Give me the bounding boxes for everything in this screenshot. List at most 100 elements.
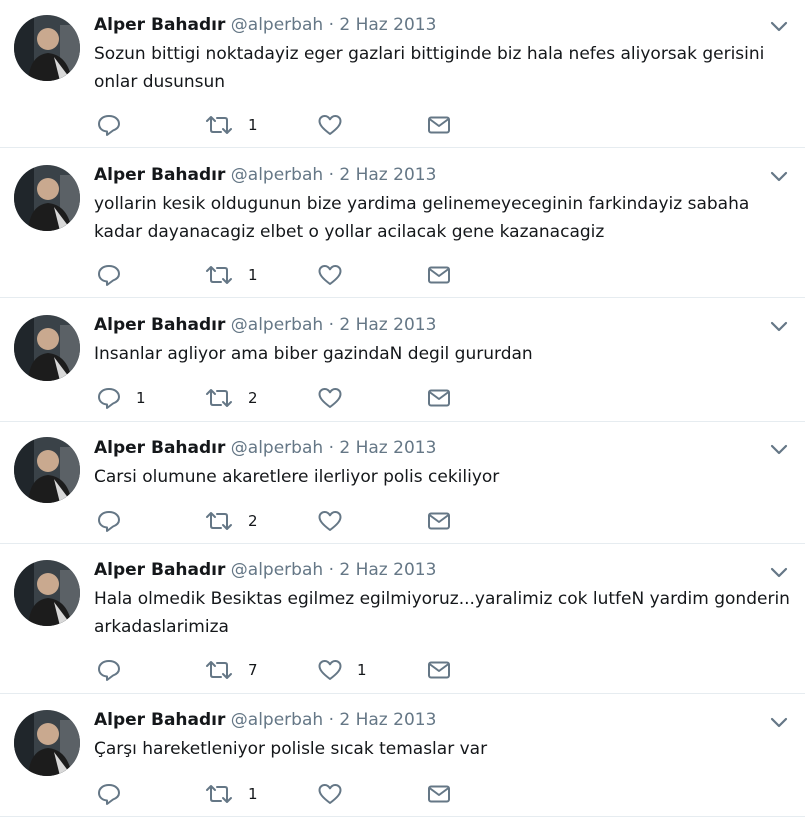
retweet-icon	[204, 658, 234, 682]
reply-button[interactable]	[96, 509, 136, 533]
tweet-date[interactable]: 2 Haz 2013	[339, 710, 436, 730]
like-button[interactable]	[317, 782, 357, 806]
heart-icon	[317, 782, 343, 806]
reply-icon	[96, 263, 122, 287]
author-handle[interactable]: @alperbah	[231, 15, 323, 35]
avatar[interactable]	[14, 560, 80, 626]
heart-icon	[317, 113, 343, 137]
tweet-actions: 7 1	[96, 658, 476, 682]
retweet-icon	[204, 386, 234, 410]
direct-message-button[interactable]	[427, 782, 451, 806]
chevron-down-icon[interactable]	[769, 169, 789, 183]
tweet-actions: 1	[96, 113, 476, 137]
chevron-down-icon[interactable]	[769, 319, 789, 333]
separator-dot: ·	[328, 165, 334, 185]
author-name[interactable]: Alper Bahadır	[94, 560, 225, 580]
envelope-icon	[427, 263, 451, 287]
reply-button[interactable]	[96, 263, 136, 287]
tweet-text: yollarin kesik oldugunun bize yardima ge…	[94, 194, 750, 242]
tweet-header: Alper Bahadır @alperbah · 2 Haz 2013	[94, 559, 436, 581]
direct-message-button[interactable]	[427, 386, 451, 410]
tweet-header: Alper Bahadır @alperbah · 2 Haz 2013	[94, 314, 436, 336]
retweet-icon	[204, 113, 234, 137]
retweet-button[interactable]: 1	[204, 113, 258, 137]
tweet-date[interactable]: 2 Haz 2013	[339, 560, 436, 580]
envelope-icon	[427, 658, 451, 682]
reply-count: 1	[136, 389, 146, 407]
chevron-down-icon[interactable]	[769, 565, 789, 579]
retweet-icon	[204, 782, 234, 806]
chevron-down-icon[interactable]	[769, 715, 789, 729]
retweet-button[interactable]: 1	[204, 263, 258, 287]
tweet-actions: 1	[96, 782, 476, 806]
tweet-date[interactable]: 2 Haz 2013	[339, 165, 436, 185]
like-button[interactable]: 1	[317, 658, 367, 682]
like-button[interactable]	[317, 263, 357, 287]
retweet-count: 7	[248, 661, 258, 679]
tweet[interactable]: Alper Bahadır @alperbah · 2 Haz 2013 Car…	[0, 422, 805, 544]
retweet-count: 2	[248, 389, 258, 407]
retweet-count: 1	[248, 116, 258, 134]
envelope-icon	[427, 509, 451, 533]
direct-message-button[interactable]	[427, 658, 451, 682]
retweet-button[interactable]: 7	[204, 658, 258, 682]
direct-message-button[interactable]	[427, 263, 451, 287]
like-button[interactable]	[317, 386, 357, 410]
heart-icon	[317, 658, 343, 682]
author-name[interactable]: Alper Bahadır	[94, 15, 225, 35]
retweet-button[interactable]: 1	[204, 782, 258, 806]
author-name[interactable]: Alper Bahadır	[94, 438, 225, 458]
tweet-actions: 2	[96, 509, 476, 533]
separator-dot: ·	[328, 15, 334, 35]
envelope-icon	[427, 782, 451, 806]
tweet[interactable]: Alper Bahadır @alperbah · 2 Haz 2013 Hal…	[0, 544, 805, 694]
like-button[interactable]	[317, 113, 357, 137]
retweet-count: 2	[248, 512, 258, 530]
tweet-actions: 1 2	[96, 386, 476, 410]
direct-message-button[interactable]	[427, 113, 451, 137]
reply-icon	[96, 658, 122, 682]
author-handle[interactable]: @alperbah	[231, 710, 323, 730]
separator-dot: ·	[328, 560, 334, 580]
heart-icon	[317, 263, 343, 287]
tweet[interactable]: Alper Bahadır @alperbah · 2 Haz 2013 yol…	[0, 148, 805, 298]
author-handle[interactable]: @alperbah	[231, 560, 323, 580]
author-name[interactable]: Alper Bahadır	[94, 315, 225, 335]
reply-button[interactable]	[96, 113, 136, 137]
direct-message-button[interactable]	[427, 509, 451, 533]
avatar[interactable]	[14, 315, 80, 381]
chevron-down-icon[interactable]	[769, 442, 789, 456]
reply-icon	[96, 386, 122, 410]
tweet-date[interactable]: 2 Haz 2013	[339, 438, 436, 458]
reply-button[interactable]	[96, 658, 136, 682]
author-name[interactable]: Alper Bahadır	[94, 165, 225, 185]
like-button[interactable]	[317, 509, 357, 533]
retweet-icon	[204, 263, 234, 287]
tweet[interactable]: Alper Bahadır @alperbah · 2 Haz 2013 Soz…	[0, 0, 805, 148]
tweet-text: Carsi olumune akaretlere ilerliyor polis…	[94, 467, 500, 487]
tweet-header: Alper Bahadır @alperbah · 2 Haz 2013	[94, 709, 436, 731]
tweet-text: Hala olmedik Besiktas egilmez egilmiyoru…	[94, 589, 790, 637]
avatar[interactable]	[14, 710, 80, 776]
separator-dot: ·	[328, 315, 334, 335]
avatar[interactable]	[14, 15, 80, 81]
avatar[interactable]	[14, 437, 80, 503]
tweet[interactable]: Alper Bahadır @alperbah · 2 Haz 2013 Çar…	[0, 694, 805, 817]
retweet-button[interactable]: 2	[204, 509, 258, 533]
retweet-button[interactable]: 2	[204, 386, 258, 410]
reply-button[interactable]	[96, 782, 136, 806]
tweet[interactable]: Alper Bahadır @alperbah · 2 Haz 2013 Ins…	[0, 298, 805, 422]
heart-icon	[317, 386, 343, 410]
author-handle[interactable]: @alperbah	[231, 315, 323, 335]
chevron-down-icon[interactable]	[769, 19, 789, 33]
author-handle[interactable]: @alperbah	[231, 438, 323, 458]
author-name[interactable]: Alper Bahadır	[94, 710, 225, 730]
tweet-header: Alper Bahadır @alperbah · 2 Haz 2013	[94, 437, 436, 459]
tweet-header: Alper Bahadır @alperbah · 2 Haz 2013	[94, 14, 436, 36]
avatar[interactable]	[14, 165, 80, 231]
tweet-date[interactable]: 2 Haz 2013	[339, 15, 436, 35]
reply-icon	[96, 113, 122, 137]
author-handle[interactable]: @alperbah	[231, 165, 323, 185]
reply-button[interactable]: 1	[96, 386, 146, 410]
tweet-date[interactable]: 2 Haz 2013	[339, 315, 436, 335]
